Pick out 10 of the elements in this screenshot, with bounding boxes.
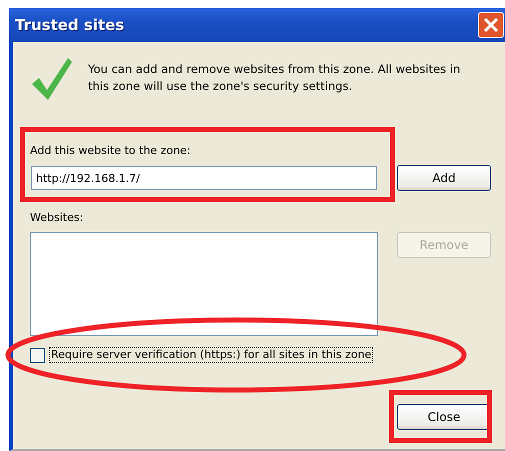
list-label: Websites: <box>30 211 84 225</box>
add-button[interactable]: Add <box>397 165 491 191</box>
intro-text: You can add and remove websites from this zone. All websites in this zone will use the zone's security settings. <box>88 61 462 95</box>
url-field[interactable]: http://192.168.1.7/ <box>31 166 377 190</box>
websites-list[interactable] <box>30 232 378 336</box>
checkbox[interactable] <box>30 348 45 362</box>
checkbox-label[interactable]: Require server verification (https:) for all sites in this zone <box>49 347 374 363</box>
close-icon[interactable] <box>478 12 504 38</box>
field-label: Add this website to the zone: <box>30 144 192 158</box>
window-title: Trusted sites <box>15 16 124 34</box>
